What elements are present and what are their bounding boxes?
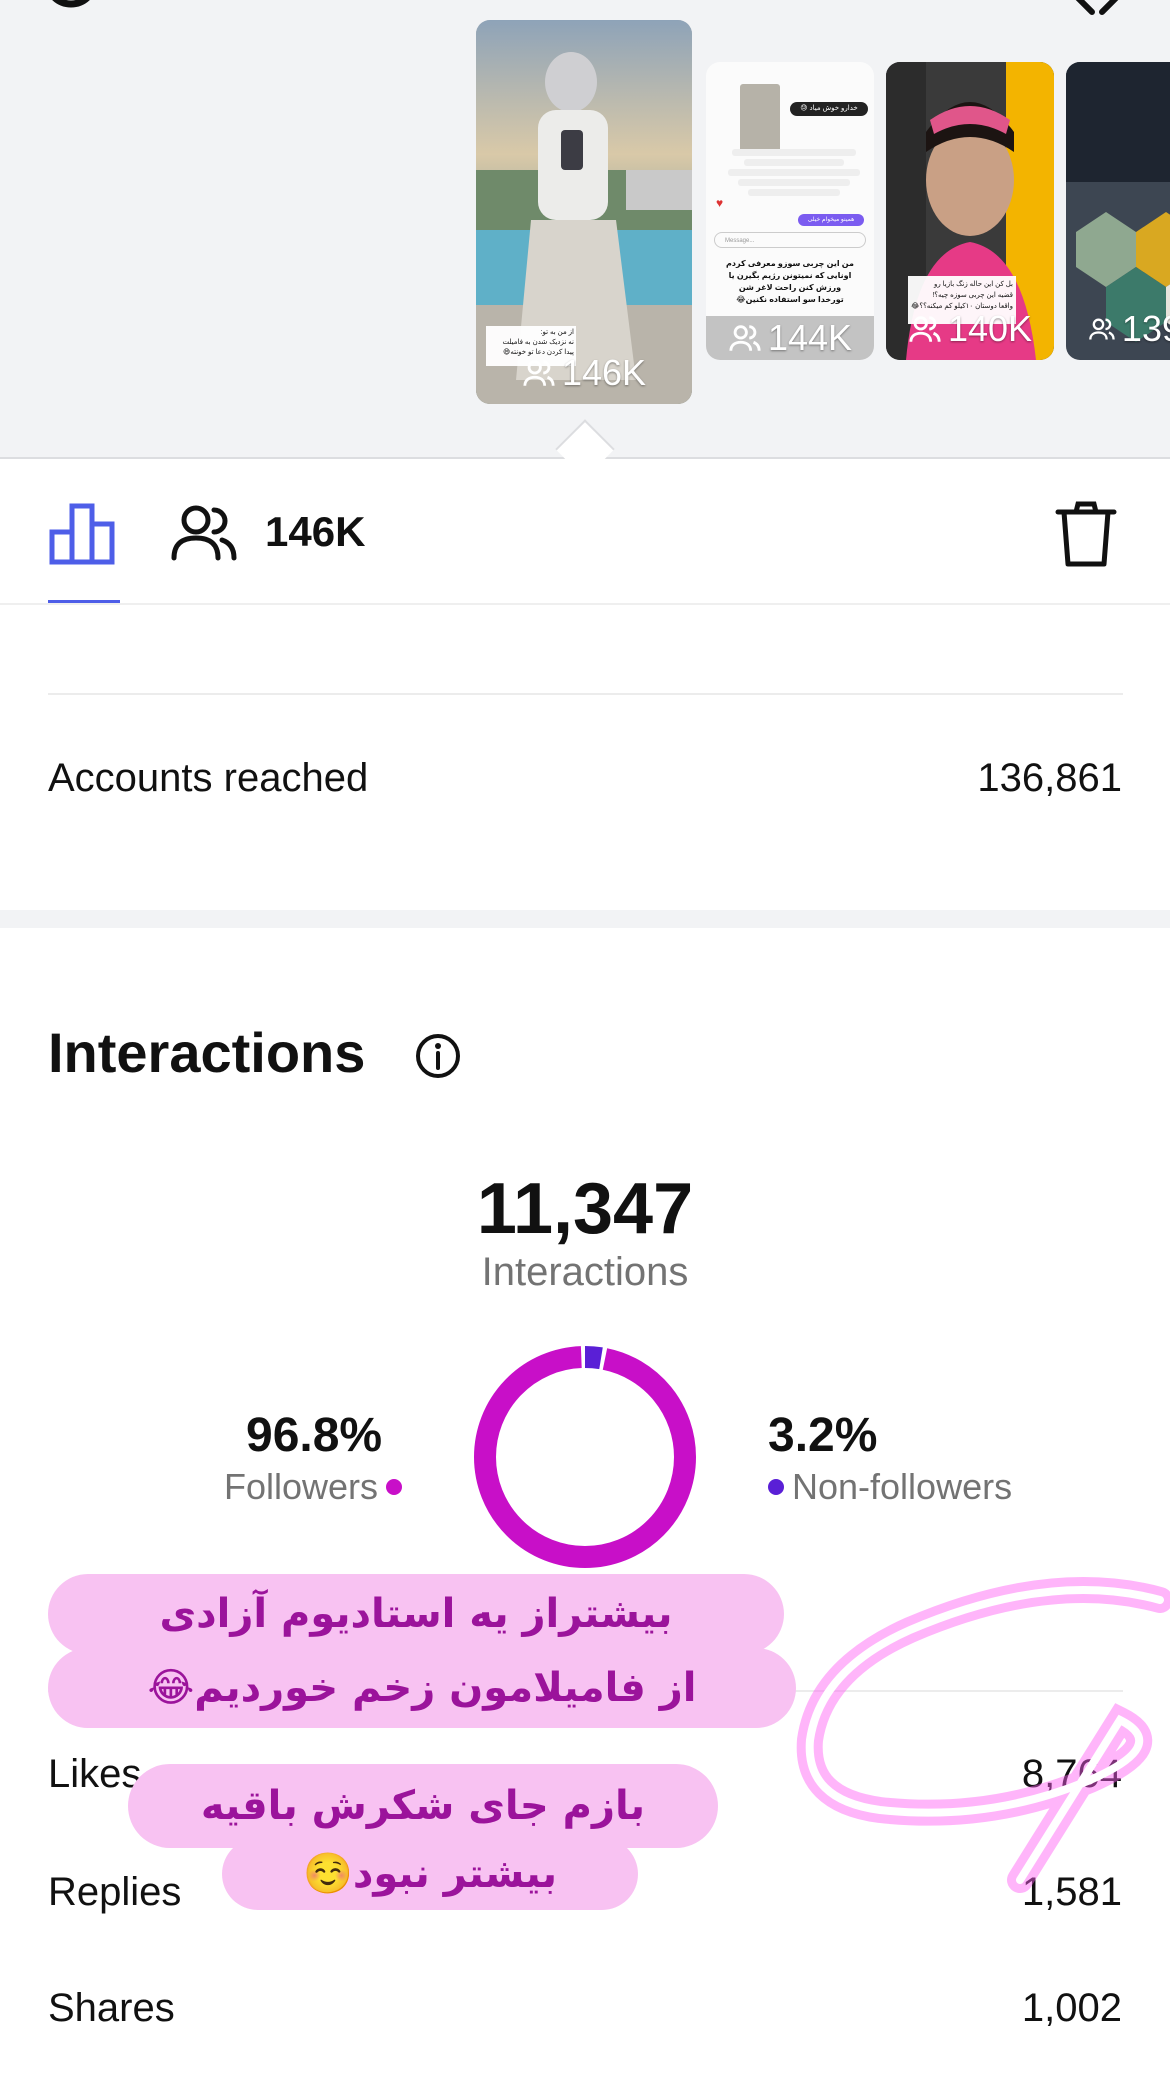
reach-count: 146K: [265, 508, 366, 555]
accounts-reached-label: Accounts reached: [48, 756, 369, 800]
info-icon[interactable]: [414, 1032, 462, 1080]
story-count-label: 139K: [1121, 308, 1170, 349]
nonfollowers-dot: [768, 1479, 784, 1495]
followers-legend: Followers: [224, 1466, 402, 1508]
followers-dot: [386, 1479, 402, 1495]
story-count-label: 140K: [947, 308, 1033, 349]
followers-percentage: 96.8%: [246, 1409, 383, 1462]
interactions-total-label: Interactions: [481, 1250, 689, 1294]
shares-value: 1,002: [1021, 1986, 1122, 2030]
nonfollowers-percentage: 3.2%: [768, 1409, 878, 1462]
text-sticker: از فامیلامون زخم خوردیم😂: [48, 1648, 796, 1728]
replies-label: Replies: [48, 1870, 182, 1914]
insights-bar-chart-icon[interactable]: [48, 502, 120, 566]
story-reach-count: 146K: [476, 352, 692, 394]
people-icon: [729, 325, 761, 351]
sticker-line: بازم جای شکرش باقیه: [200, 1783, 646, 1829]
shares-label: Shares: [48, 1986, 175, 2030]
audience-donut-chart: [474, 1346, 696, 1568]
neon-circle-doodle: [796, 1577, 1170, 1893]
text-sticker: بیشتر نبود☺️: [222, 1838, 638, 1910]
accounts-reached-value: 136,861: [977, 756, 1122, 800]
interactions-title: Interactions: [48, 1021, 366, 1084]
story-count-label: 144K: [767, 317, 853, 358]
story-caption: من این چربی سوزو معرفی کردم اونایی که نم…: [726, 259, 854, 304]
interactions-total: 11,347: [476, 1169, 694, 1249]
sticker-line: بیشتر نبود☺️: [303, 1851, 557, 1897]
story-thumbnail[interactable]: خدارو خوش میاد 😓 ♥ همینو میخوام خیلی Mes…: [706, 62, 874, 360]
story-thumbnail[interactable]: از من به تو: نه نزدیک شدن به فامیلت پیدا…: [476, 20, 692, 404]
followers-label: Followers: [223, 1466, 378, 1507]
story-thumbnail[interactable]: بل کن این حاله زنگ بازیا رو قضیه این چرب…: [886, 62, 1054, 360]
settings-gear-icon[interactable]: [36, 0, 106, 20]
story-count-label: 146K: [561, 352, 647, 393]
people-icon: [909, 316, 941, 342]
story-header-sticker: خدارو خوش میاد 😓: [790, 102, 868, 116]
people-icon[interactable]: [170, 502, 238, 562]
divider: [48, 693, 1123, 695]
story-reply-bubble: همینو میخوام خیلی: [798, 214, 864, 226]
divider: [0, 603, 1170, 605]
story-reach-count: 140K: [886, 308, 1054, 350]
story-message-field: Message...: [714, 232, 866, 248]
people-icon: [1089, 318, 1115, 340]
people-icon: [523, 360, 555, 386]
trash-icon[interactable]: [1054, 500, 1118, 570]
section-separator: [0, 910, 1170, 928]
story-thumbnail[interactable]: 139K: [1066, 62, 1170, 360]
close-icon[interactable]: [1062, 0, 1132, 20]
nonfollowers-legend: Non-followers: [768, 1466, 1012, 1508]
sticker-line: بیشتراز یه استادیوم آزادی: [159, 1591, 673, 1637]
story-reach-count: 144K: [706, 316, 874, 360]
nonfollowers-label: Non-followers: [792, 1466, 1013, 1507]
sticker-line: از فامیلامون زخم خوردیم😂: [147, 1665, 697, 1711]
followers-slice: [474, 1346, 696, 1568]
likes-label: Likes: [48, 1752, 142, 1796]
text-sticker: بازم جای شکرش باقیه: [128, 1764, 718, 1848]
story-reach-count: 139K: [1066, 308, 1170, 350]
text-sticker: بیشتراز یه استادیوم آزادی: [48, 1574, 784, 1654]
